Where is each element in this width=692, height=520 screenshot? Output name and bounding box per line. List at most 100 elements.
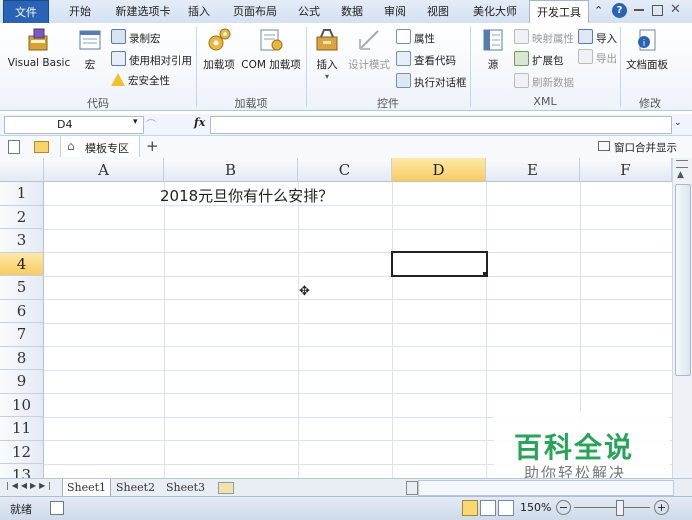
- sheet-tab-sheet2[interactable]: Sheet2: [112, 479, 159, 496]
- cursor-icon: ✥: [299, 284, 310, 299]
- zoom-slider-thumb[interactable]: [616, 500, 624, 516]
- formula-bar: D4 ▾ ⌒ fx ⌄: [0, 114, 692, 136]
- relative-reference-button[interactable]: 使用相对引用: [111, 51, 192, 67]
- tab-beautify[interactable]: 美化大师: [466, 0, 524, 23]
- macro-security-button[interactable]: 宏安全性: [111, 73, 170, 89]
- dropdown-arrow-icon: ▾: [324, 72, 329, 81]
- minimize-window-icon[interactable]: [634, 9, 644, 11]
- zoom-slider[interactable]: [574, 507, 650, 508]
- zoom-out-icon[interactable]: −: [556, 500, 571, 515]
- column-header[interactable]: A: [44, 158, 164, 182]
- tab-review[interactable]: 审阅: [378, 0, 412, 23]
- macro-button[interactable]: 宏: [75, 27, 105, 72]
- column-header[interactable]: B: [164, 158, 298, 182]
- minimize-ribbon-icon[interactable]: ⌃: [594, 4, 606, 18]
- row-header[interactable]: 4: [0, 252, 44, 276]
- row-header[interactable]: 2: [0, 205, 44, 229]
- properties-button[interactable]: 属性: [396, 29, 435, 45]
- expand-icon[interactable]: ⌒: [146, 116, 156, 132]
- xml-import-label: 导入: [596, 33, 617, 45]
- visual-basic-label: Visual Basic: [7, 57, 71, 69]
- scroll-thumb[interactable]: [675, 184, 691, 376]
- properties-label: 属性: [414, 33, 435, 45]
- zoom-in-icon[interactable]: +: [654, 500, 669, 515]
- row-header[interactable]: 13: [0, 464, 44, 478]
- column-header[interactable]: F: [580, 158, 672, 182]
- name-box[interactable]: D4 ▾: [4, 116, 144, 134]
- document-panel-button[interactable]: i 文档面板: [624, 27, 670, 72]
- xml-import-button[interactable]: 导入: [578, 29, 617, 45]
- add-tab-button[interactable]: +: [146, 137, 159, 155]
- insert-sheet-icon[interactable]: [218, 482, 234, 494]
- row-header[interactable]: 9: [0, 370, 44, 394]
- map-properties-icon: [514, 29, 529, 44]
- addins-button[interactable]: 加载项: [200, 27, 238, 72]
- map-properties-button[interactable]: 映射属性: [514, 29, 574, 45]
- insert-control-button[interactable]: 插入 ▾: [310, 27, 344, 81]
- zoom-level[interactable]: 150%: [520, 501, 551, 514]
- column-header[interactable]: C: [298, 158, 392, 182]
- close-window-icon[interactable]: ✕: [670, 2, 684, 18]
- tab-file[interactable]: 文件: [3, 0, 49, 24]
- split-handle[interactable]: [676, 160, 688, 168]
- refresh-data-button[interactable]: 刷新数据: [514, 73, 574, 89]
- tab-developer[interactable]: 开发工具: [529, 0, 589, 24]
- row-header[interactable]: 11: [0, 417, 44, 441]
- row-header[interactable]: 7: [0, 323, 44, 347]
- vertical-scrollbar[interactable]: ▲: [672, 158, 692, 478]
- hsplit-handle[interactable]: [406, 481, 418, 495]
- normal-view-icon[interactable]: [462, 500, 478, 516]
- name-box-dropdown-icon[interactable]: ▾: [133, 117, 138, 127]
- xml-export-button[interactable]: 导出: [578, 49, 617, 65]
- tab-home[interactable]: 开始: [58, 0, 102, 23]
- column-header[interactable]: D: [392, 158, 486, 182]
- row-header[interactable]: 1: [0, 182, 44, 206]
- selected-cell-d4[interactable]: [391, 251, 488, 277]
- select-all-corner[interactable]: [0, 158, 44, 182]
- column-header[interactable]: E: [486, 158, 580, 182]
- sheet-nav-arrows-icon[interactable]: |◀◀▶▶|: [6, 481, 54, 490]
- macro-record-status-icon[interactable]: [50, 501, 64, 515]
- formula-expand-icon[interactable]: ⌄: [674, 118, 682, 128]
- help-icon[interactable]: ?: [612, 3, 627, 18]
- scroll-up-icon[interactable]: ▲: [677, 170, 684, 180]
- export-icon: [578, 49, 593, 64]
- row-header[interactable]: 8: [0, 346, 44, 370]
- view-code-button[interactable]: 查看代码: [396, 51, 456, 67]
- run-dialog-label: 执行对话框: [414, 77, 467, 89]
- macro-label: 宏: [84, 59, 96, 71]
- folder-icon[interactable]: [34, 141, 49, 153]
- cell-b1[interactable]: 2018元旦你有什么安排？: [160, 185, 333, 206]
- tab-page-layout[interactable]: 页面布局: [226, 0, 284, 23]
- xml-source-button[interactable]: 源: [477, 27, 509, 72]
- run-dialog-button[interactable]: 执行对话框: [396, 73, 467, 89]
- horizontal-scrollbar[interactable]: [418, 480, 674, 496]
- template-zone-tab[interactable]: ⌂ 模板专区: [60, 136, 140, 157]
- row-header[interactable]: 3: [0, 229, 44, 253]
- visual-basic-button[interactable]: Visual Basic: [6, 27, 72, 69]
- formula-input[interactable]: [210, 116, 672, 134]
- tab-formulas[interactable]: 公式: [292, 0, 326, 23]
- tab-view[interactable]: 视图: [421, 0, 455, 23]
- row-header[interactable]: 10: [0, 393, 44, 417]
- restore-window-icon[interactable]: [652, 5, 663, 16]
- page-layout-view-icon[interactable]: [480, 500, 496, 516]
- row-header[interactable]: 12: [0, 440, 44, 464]
- design-mode-icon: [359, 30, 379, 50]
- record-macro-button[interactable]: 录制宏: [111, 29, 161, 45]
- tab-data[interactable]: 数据: [335, 0, 369, 23]
- page-break-view-icon[interactable]: [498, 500, 514, 516]
- com-addins-button[interactable]: COM 加载项: [239, 27, 303, 72]
- expansion-packs-button[interactable]: 扩展包: [514, 51, 564, 67]
- window-merge-button[interactable]: 窗口合并显示: [614, 140, 677, 155]
- row-header[interactable]: 6: [0, 299, 44, 323]
- fill-handle[interactable]: [483, 272, 488, 277]
- new-doc-icon[interactable]: [8, 140, 20, 154]
- sheet-tab-sheet3[interactable]: Sheet3: [162, 479, 209, 496]
- design-mode-button[interactable]: 设计模式: [346, 27, 392, 72]
- tab-insert[interactable]: 插入: [182, 0, 216, 23]
- fx-icon[interactable]: fx: [194, 116, 205, 129]
- sheet-tab-sheet1[interactable]: Sheet1: [62, 479, 112, 497]
- row-header[interactable]: 5: [0, 276, 44, 300]
- tab-new[interactable]: 新建选项卡: [107, 0, 179, 23]
